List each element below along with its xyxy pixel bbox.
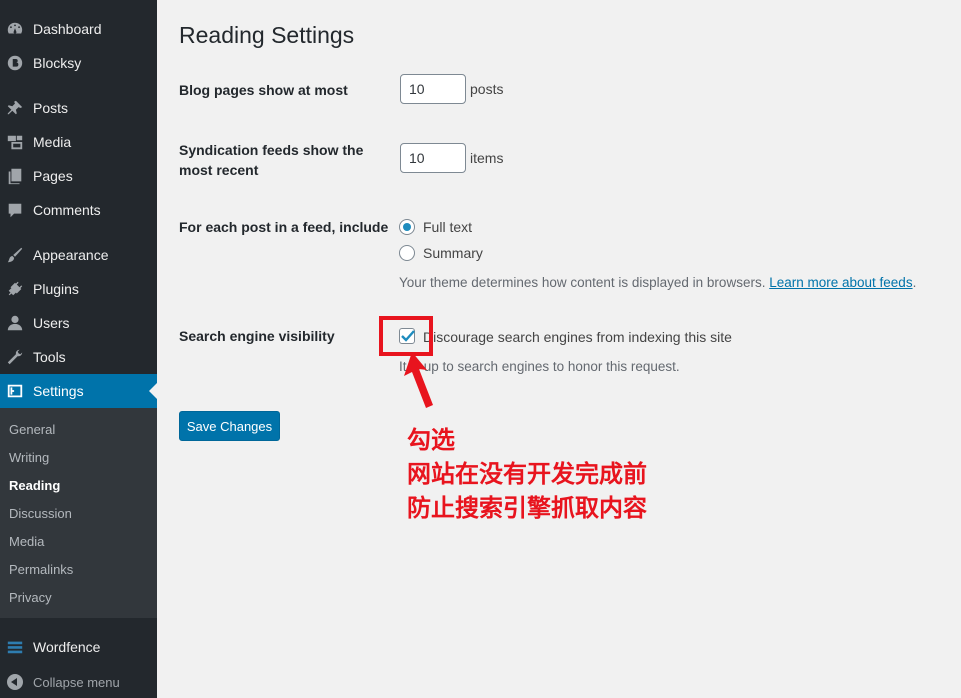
blocksy-icon	[5, 53, 25, 73]
feed-description: Your theme determines how content is dis…	[399, 275, 916, 290]
menu-settings[interactable]: Settings	[0, 374, 157, 408]
settings-submenu: General Writing Reading Discussion Media…	[0, 408, 157, 618]
main-content: Reading Settings Blog pages show at most…	[157, 0, 961, 698]
menu-label: Wordfence	[33, 639, 101, 655]
menu-label: Dashboard	[33, 21, 102, 37]
feed-description-period: .	[912, 275, 917, 290]
collapse-arrow-icon	[7, 674, 23, 690]
summary-option[interactable]: Summary	[423, 245, 483, 261]
settings-icon	[5, 381, 25, 401]
search-description: It is up to search engines to honor this…	[399, 359, 680, 374]
submenu-media[interactable]: Media	[9, 534, 44, 549]
submenu-general[interactable]: General	[9, 422, 55, 437]
menu-media[interactable]: Media	[0, 125, 157, 159]
feed-description-text: Your theme determines how content is dis…	[399, 275, 766, 290]
collapse-label: Collapse menu	[33, 674, 120, 690]
pages-icon	[5, 166, 25, 186]
blog-pages-input[interactable]	[400, 74, 466, 104]
menu-users[interactable]: Users	[0, 306, 157, 340]
menu-pages[interactable]: Pages	[0, 159, 157, 193]
plugin-icon	[5, 279, 25, 299]
annotation-line-2: 网站在没有开发完成前	[407, 460, 647, 488]
menu-label: Media	[33, 134, 72, 150]
syndication-label-line1: Syndication feeds show the	[179, 142, 364, 158]
submenu-reading[interactable]: Reading	[9, 478, 60, 493]
menu-label: Pages	[33, 168, 73, 184]
menu-label: Appearance	[33, 247, 109, 263]
blog-pages-label: Blog pages show at most	[179, 82, 348, 98]
discourage-search-label[interactable]: Discourage search engines from indexing …	[423, 329, 732, 345]
menu-label: Settings	[33, 383, 84, 399]
brush-icon	[5, 245, 25, 265]
feed-content-label: For each post in a feed, include	[179, 219, 389, 235]
menu-appearance[interactable]: Appearance	[0, 238, 157, 272]
comments-icon	[5, 200, 25, 220]
menu-blocksy[interactable]: Blocksy	[0, 46, 157, 80]
menu-label: Tools	[33, 349, 66, 365]
menu-label: Posts	[33, 100, 69, 116]
annotation-line-3: 防止搜索引擎抓取内容	[407, 494, 647, 522]
dashboard-icon	[5, 19, 25, 39]
learn-more-feeds-link[interactable]: Learn more about feeds	[769, 275, 912, 290]
pin-icon	[5, 98, 25, 118]
menu-label: Plugins	[33, 281, 79, 297]
posts-unit: posts	[470, 81, 504, 97]
annotation-line-1: 勾选	[407, 426, 455, 454]
submenu-writing[interactable]: Writing	[9, 450, 49, 465]
menu-dashboard[interactable]: Dashboard	[0, 12, 157, 46]
page-title: Reading Settings	[179, 22, 355, 48]
full-text-radio[interactable]	[399, 219, 415, 235]
wordfence-icon	[5, 637, 25, 657]
full-text-option[interactable]: Full text	[423, 219, 472, 235]
submenu-permalinks[interactable]: Permalinks	[9, 562, 73, 577]
users-icon	[5, 313, 25, 333]
menu-label: Comments	[33, 202, 101, 218]
menu-wordfence[interactable]: Wordfence	[0, 630, 157, 664]
menu-comments[interactable]: Comments	[0, 193, 157, 227]
syndication-input[interactable]	[400, 143, 466, 173]
menu-label: Users	[33, 315, 70, 331]
summary-radio[interactable]	[399, 245, 415, 261]
submenu-privacy[interactable]: Privacy	[9, 590, 52, 605]
syndication-label-line2: most recent	[179, 162, 259, 178]
search-visibility-label: Search engine visibility	[179, 328, 335, 344]
media-icon	[5, 132, 25, 152]
submenu-discussion[interactable]: Discussion	[9, 506, 72, 521]
collapse-menu-button[interactable]: Collapse menu	[0, 667, 157, 697]
menu-posts[interactable]: Posts	[0, 91, 157, 125]
wrench-icon	[5, 347, 25, 367]
menu-plugins[interactable]: Plugins	[0, 272, 157, 306]
menu-tools[interactable]: Tools	[0, 340, 157, 374]
menu-label: Blocksy	[33, 55, 82, 71]
items-unit: items	[470, 150, 504, 166]
save-changes-button[interactable]: Save Changes	[179, 411, 280, 441]
admin-sidebar: Dashboard Blocksy Posts Media Pages Comm…	[0, 0, 157, 698]
arrow-icon	[404, 352, 433, 408]
